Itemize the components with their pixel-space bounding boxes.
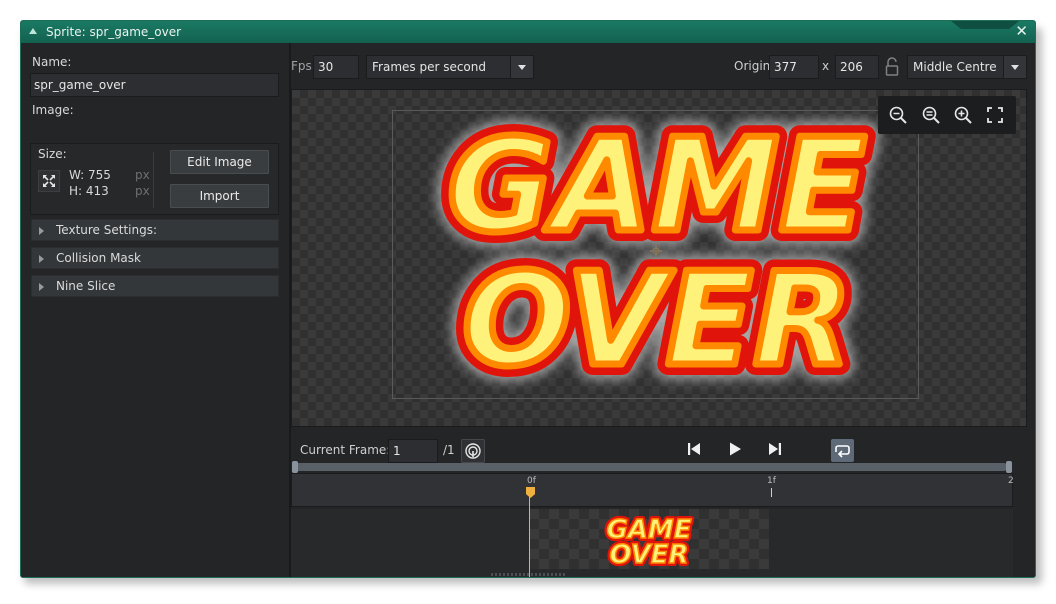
zoom-reset-icon[interactable] <box>921 105 941 125</box>
image-label: Image: <box>32 103 74 117</box>
current-frame-input[interactable]: 1 <box>388 439 438 463</box>
section-label: Texture Settings: <box>56 223 158 237</box>
sprite-text-line-2: OVER <box>462 246 851 395</box>
name-label: Name: <box>32 55 72 69</box>
fps-input[interactable]: 30 <box>313 55 359 79</box>
sprite-text-line-1: GAME <box>448 112 867 261</box>
origin-x-separator: x <box>822 59 830 73</box>
section-collision-mask[interactable]: Collision Mask <box>31 247 279 269</box>
thumbnail-text-line-2: OVER <box>609 540 688 569</box>
resize-icon[interactable] <box>38 170 60 192</box>
playhead-line <box>529 497 530 577</box>
skip-to-start-icon[interactable] <box>686 441 702 460</box>
sprite-editor-window: Sprite: spr_game_over ✕ Name: spr_game_o… <box>20 20 1036 578</box>
size-box: Size: W: 755 H: 413 px px Edit Image Imp… <box>30 143 279 215</box>
collapse-arrow-icon[interactable] <box>29 28 37 34</box>
import-button[interactable]: Import <box>170 184 269 208</box>
window-title: Sprite: spr_game_over <box>46 25 182 39</box>
frame-timeline: 0f 1f 2 GAME OVER GAME OVER <box>291 461 1015 577</box>
playback-bar: Current Frame: 1 /1 <box>291 429 1035 467</box>
expand-arrow-icon <box>39 283 44 291</box>
size-label: Size: <box>38 147 67 161</box>
play-icon[interactable] <box>727 441 743 460</box>
fps-label: Fps <box>291 59 312 73</box>
thumbnail-sprite: GAME OVER GAME OVER <box>603 512 694 569</box>
expand-arrow-icon <box>39 255 44 263</box>
timeline-ruler[interactable]: 0f 1f 2 <box>291 473 1014 507</box>
zoom-toolbar <box>878 96 1016 134</box>
origin-label: Origin <box>734 59 771 73</box>
frame-total: /1 <box>443 443 455 457</box>
timeline-scrollbar[interactable] <box>295 463 1007 471</box>
speed-mode-dropdown[interactable]: Frames per second <box>366 55 534 79</box>
origin-mode-value: Middle Centre <box>913 60 997 74</box>
game-over-sprite: GAME OVER GAME OVER GAME OVER <box>433 97 882 410</box>
resize-grip[interactable] <box>491 573 567 576</box>
title-bar-notch <box>951 21 1019 29</box>
current-frame-label: Current Frame: <box>300 443 391 457</box>
chevron-down-icon <box>510 56 533 78</box>
section-nine-slice[interactable]: Nine Slice <box>31 275 279 297</box>
origin-x-input[interactable]: 377 <box>769 55 819 79</box>
section-label: Collision Mask <box>56 251 141 265</box>
skip-to-end-icon[interactable] <box>767 441 783 460</box>
tick-label: 2 <box>1008 476 1014 486</box>
chevron-down-icon <box>1003 56 1026 78</box>
fit-to-view-icon[interactable] <box>985 105 1005 125</box>
frame-track: GAME OVER GAME OVER <box>291 509 1013 577</box>
zoom-in-icon[interactable] <box>953 105 973 125</box>
onion-skin-icon[interactable] <box>461 439 485 463</box>
loop-toggle-icon[interactable] <box>831 439 854 462</box>
height-value: H: 413 <box>69 184 109 198</box>
lock-icon[interactable] <box>883 56 901 78</box>
tick-label: 1f <box>767 476 776 486</box>
width-value: W: 755 <box>69 168 111 182</box>
tick-mark <box>771 488 772 497</box>
scrollbar-left-handle[interactable] <box>292 461 298 473</box>
properties-panel: Name: spr_game_over Image: Size: W: 755 … <box>21 43 291 577</box>
tick-label: 0f <box>527 476 536 486</box>
frame-thumbnail[interactable]: GAME OVER GAME OVER <box>529 509 769 569</box>
size-divider <box>153 152 154 208</box>
width-unit: px <box>135 168 150 182</box>
origin-y-input[interactable]: 206 <box>835 55 879 79</box>
sprite-workspace: Fps 30 Frames per second Origin 377 x 20… <box>291 43 1035 577</box>
section-texture-settings[interactable]: Texture Settings: <box>31 219 279 241</box>
expand-arrow-icon <box>39 227 44 235</box>
origin-mode-dropdown[interactable]: Middle Centre <box>907 55 1027 79</box>
speed-mode-value: Frames per second <box>372 60 486 74</box>
section-label: Nine Slice <box>56 279 116 293</box>
close-icon[interactable]: ✕ <box>1015 23 1028 39</box>
sprite-name-input[interactable]: spr_game_over <box>30 73 279 97</box>
scrollbar-right-handle[interactable] <box>1006 461 1012 473</box>
playhead-handle[interactable] <box>526 487 535 498</box>
sprite-canvas[interactable]: GAME OVER GAME OVER GAME OVER <box>291 89 1027 427</box>
title-bar[interactable]: Sprite: spr_game_over ✕ <box>21 21 1035 43</box>
zoom-out-icon[interactable] <box>888 105 908 125</box>
height-unit: px <box>135 184 150 198</box>
edit-image-button[interactable]: Edit Image <box>170 150 269 174</box>
